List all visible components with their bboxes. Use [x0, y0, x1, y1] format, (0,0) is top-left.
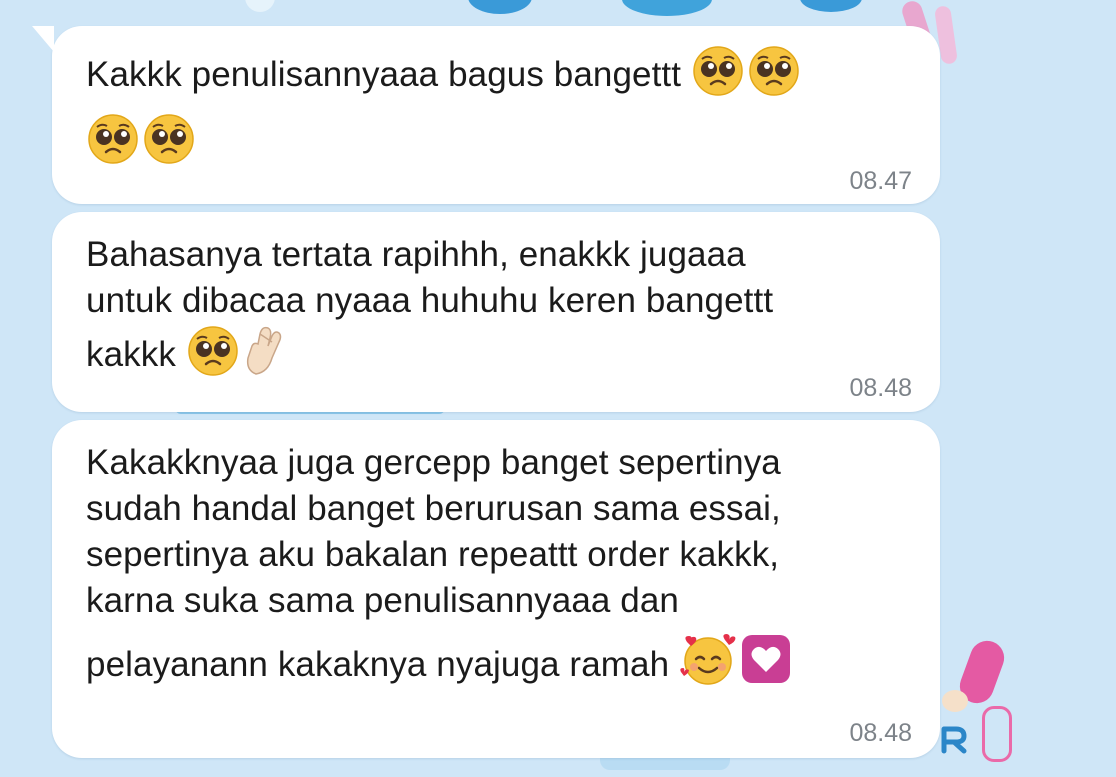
message-text: Bahasanya tertata rapihhh, enakkk jugaaa…	[86, 232, 900, 388]
pleading-face-icon	[142, 114, 196, 176]
pleading-face-icon	[186, 326, 240, 388]
crossed-fingers-icon	[242, 324, 286, 388]
smiling-face-with-hearts-icon	[679, 632, 737, 698]
message-text-line: kakkk	[86, 335, 176, 374]
message-text-line: untuk dibacaa nyaaa huhuhu keren bangett…	[86, 281, 774, 320]
message-text-line: karna suka sama penulisannyaaa dan	[86, 581, 679, 620]
heart-box-icon	[739, 632, 793, 698]
chat-message[interactable]: Kakakknyaa juga gercepp banget sepertiny…	[52, 420, 940, 758]
message-text-line: sepertinya aku bakalan repeattt order ka…	[86, 535, 780, 574]
message-text-line: Kakkk penulisannyaaa bagus bangettt	[86, 55, 682, 94]
message-text-line: Bahasanya tertata rapihhh, enakkk jugaaa	[86, 235, 746, 274]
wallpaper-doodle	[941, 726, 967, 754]
wallpaper-doodle	[982, 706, 1012, 762]
wallpaper-doodle	[942, 690, 968, 712]
message-text-line: Kakakknyaa juga gercepp banget sepertiny…	[86, 443, 781, 482]
pleading-face-icon	[691, 46, 745, 108]
chat-message[interactable]: Bahasanya tertata rapihhh, enakkk jugaaa…	[52, 212, 940, 412]
message-text-line: sudah handal banget berurusan sama essai…	[86, 489, 781, 528]
message-text: Kakakknyaa juga gercepp banget sepertiny…	[86, 440, 900, 698]
message-text-line: pelayanann kakaknya nyajuga ramah	[86, 645, 670, 684]
message-timestamp: 08.47	[849, 167, 912, 195]
bubble-tail	[32, 26, 54, 52]
wallpaper-doodle	[622, 0, 712, 16]
wallpaper-doodle	[800, 0, 862, 12]
chat-message[interactable]: Kakkk penulisannyaaa bagus bangettt 08.4…	[32, 26, 940, 204]
message-timestamp: 08.48	[849, 719, 912, 747]
message-timestamp: 08.48	[849, 374, 912, 402]
wallpaper-doodle	[245, 0, 275, 12]
pleading-face-icon	[86, 114, 140, 176]
wallpaper-doodle	[468, 0, 532, 14]
pleading-face-icon	[747, 46, 801, 108]
message-text: Kakkk penulisannyaaa bagus bangettt	[86, 46, 900, 176]
